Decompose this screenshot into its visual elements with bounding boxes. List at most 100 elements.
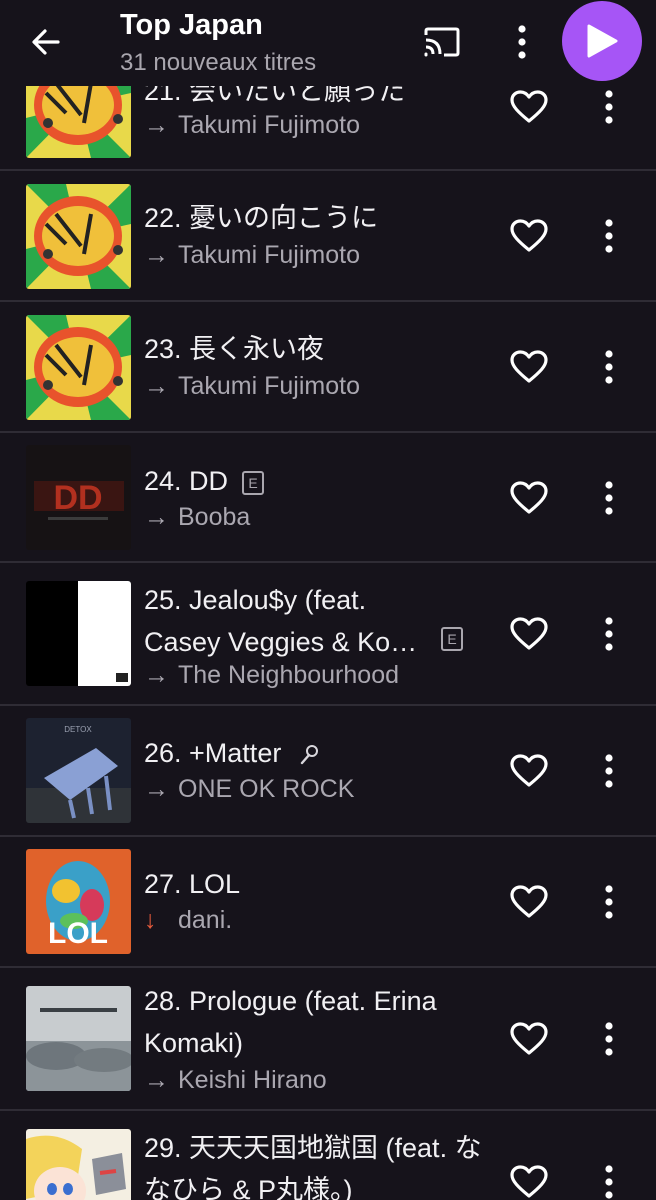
- more-options-button[interactable]: [498, 20, 546, 64]
- more-vertical-icon: [605, 90, 613, 124]
- like-button[interactable]: [506, 611, 552, 657]
- svg-text:DETOX: DETOX: [64, 725, 92, 734]
- track-menu-button[interactable]: [592, 213, 626, 259]
- album-art-anime: [26, 1129, 131, 1200]
- track-menu-button[interactable]: [592, 1159, 626, 1200]
- track-row[interactable]: 25. Jealou$y (feat. Casey Veggies & Ko… …: [0, 563, 656, 706]
- arrow-right-icon: →: [144, 111, 169, 139]
- track-row[interactable]: 23. 長く永い夜 → Takumi Fujimoto: [0, 302, 656, 433]
- more-vertical-icon: [605, 350, 613, 384]
- track-row[interactable]: LOL 27. LOL ↓ dani.: [0, 837, 656, 968]
- like-button[interactable]: [506, 748, 552, 794]
- cast-button[interactable]: [418, 20, 466, 64]
- arrow-right-icon: →: [144, 775, 169, 803]
- track-row[interactable]: 22. 憂いの向こうに → Takumi Fujimoto: [0, 171, 656, 302]
- track-menu-button[interactable]: [592, 475, 626, 521]
- arrow-right-icon: →: [144, 372, 169, 400]
- arrow-down-icon: ↓: [144, 906, 157, 934]
- track-title: 29. 天天天国地獄国 (feat. ななひら & P丸様。): [144, 1133, 482, 1200]
- track-artist[interactable]: → Takumi Fujimoto: [144, 109, 360, 141]
- playlist-screen: 21. 会いたいと願った → Takumi Fujimoto 22. 憂いの向こ…: [0, 0, 656, 1200]
- track-title: 23. 長く永い夜: [144, 334, 325, 364]
- explicit-badge: E: [441, 627, 463, 651]
- track-artist[interactable]: → The Neighbourhood: [144, 659, 399, 691]
- track-menu-button[interactable]: [592, 84, 626, 130]
- play-button[interactable]: [562, 1, 642, 81]
- track-row[interactable]: DETOX 26. +Matter → ONE OK ROCK: [0, 706, 656, 837]
- album-art-clock: [26, 184, 131, 289]
- track-row[interactable]: DD 24. DD E → Booba: [0, 433, 656, 563]
- track-title: 25. Jealou$y (feat. Casey Veggies & Ko…: [144, 585, 418, 657]
- track-artist[interactable]: → Takumi Fujimoto: [144, 370, 360, 402]
- track-artist[interactable]: → Takumi Fujimoto: [144, 239, 360, 271]
- heart-outline-icon: [510, 754, 548, 787]
- heart-outline-icon: [510, 885, 548, 918]
- header-titles: Top Japan 31 nouveaux titres: [120, 8, 316, 78]
- track-artist[interactable]: → ONE OK ROCK: [144, 773, 354, 805]
- track-menu-button[interactable]: [592, 748, 626, 794]
- artist-name: Takumi Fujimoto: [178, 241, 360, 269]
- like-button[interactable]: [506, 879, 552, 925]
- track-list[interactable]: 21. 会いたいと願った → Takumi Fujimoto 22. 憂いの向こ…: [0, 40, 656, 1200]
- more-vertical-icon: [605, 1022, 613, 1056]
- like-button[interactable]: [506, 84, 552, 130]
- svg-text:LOL: LOL: [48, 917, 108, 950]
- track-artist[interactable]: ↓ dani.: [144, 904, 232, 936]
- track-title: 22. 憂いの向こうに: [144, 203, 379, 233]
- back-button[interactable]: [22, 20, 70, 64]
- track-menu-button[interactable]: [592, 611, 626, 657]
- more-vertical-icon: [605, 219, 613, 253]
- album-art-song-of-kronos: [26, 986, 131, 1091]
- like-button[interactable]: [506, 213, 552, 259]
- track-title: 28. Prologue (feat. Erina Komaki): [144, 986, 437, 1058]
- track-menu-button[interactable]: [592, 1016, 626, 1062]
- track-artist[interactable]: → Keishi Hirano: [144, 1064, 327, 1096]
- more-vertical-icon: [605, 617, 613, 651]
- more-vertical-icon: [605, 481, 613, 515]
- track-menu-button[interactable]: [592, 344, 626, 390]
- heart-outline-icon: [510, 350, 548, 383]
- like-button[interactable]: [506, 1159, 552, 1200]
- top-app-bar: Top Japan 31 nouveaux titres: [0, 0, 656, 86]
- track-title: 24. DD E: [144, 460, 265, 502]
- arrow-right-icon: →: [144, 661, 169, 689]
- more-vertical-icon: [605, 885, 613, 919]
- track-title: 27. LOL: [144, 869, 241, 899]
- track-artist[interactable]: → Booba: [144, 501, 250, 533]
- album-art-clock: [26, 315, 131, 420]
- more-vertical-icon: [518, 25, 526, 59]
- like-button[interactable]: [506, 1016, 552, 1062]
- heart-outline-icon: [510, 90, 548, 123]
- track-title-text: 24. DD: [144, 466, 229, 496]
- artist-name: Takumi Fujimoto: [178, 372, 360, 400]
- heart-outline-icon: [510, 617, 548, 650]
- heart-outline-icon: [510, 1165, 548, 1198]
- album-art-split: [26, 581, 131, 686]
- page-title: Top Japan: [120, 9, 263, 41]
- artist-name: ONE OK ROCK: [178, 775, 355, 803]
- heart-outline-icon: [510, 481, 548, 514]
- arrow-left-icon: [32, 29, 60, 55]
- track-row[interactable]: 29. 天天天国地獄国 (feat. ななひら & P丸様。): [0, 1111, 656, 1200]
- like-button[interactable]: [506, 344, 552, 390]
- page-subtitle: 31 nouveaux titres: [120, 49, 317, 76]
- microphone-icon: [300, 744, 318, 765]
- arrow-right-icon: →: [144, 503, 169, 531]
- track-menu-button[interactable]: [592, 879, 626, 925]
- more-vertical-icon: [605, 1165, 613, 1199]
- like-button[interactable]: [506, 475, 552, 521]
- heart-outline-icon: [510, 219, 548, 252]
- artist-name: Keishi Hirano: [178, 1066, 327, 1094]
- album-art-dd: DD: [26, 445, 131, 550]
- artist-name: Takumi Fujimoto: [178, 111, 360, 139]
- track-title: 26. +Matter: [144, 732, 319, 774]
- artist-name: The Neighbourhood: [178, 661, 399, 689]
- heart-outline-icon: [510, 1022, 548, 1055]
- track-title-text: 26. +Matter: [144, 738, 282, 768]
- artist-name: Booba: [178, 503, 251, 531]
- svg-text:DD: DD: [53, 479, 102, 517]
- arrow-right-icon: →: [144, 1066, 169, 1094]
- explicit-badge: E: [242, 470, 265, 495]
- more-vertical-icon: [605, 754, 613, 788]
- track-row[interactable]: 28. Prologue (feat. Erina Komaki) → Keish…: [0, 968, 656, 1111]
